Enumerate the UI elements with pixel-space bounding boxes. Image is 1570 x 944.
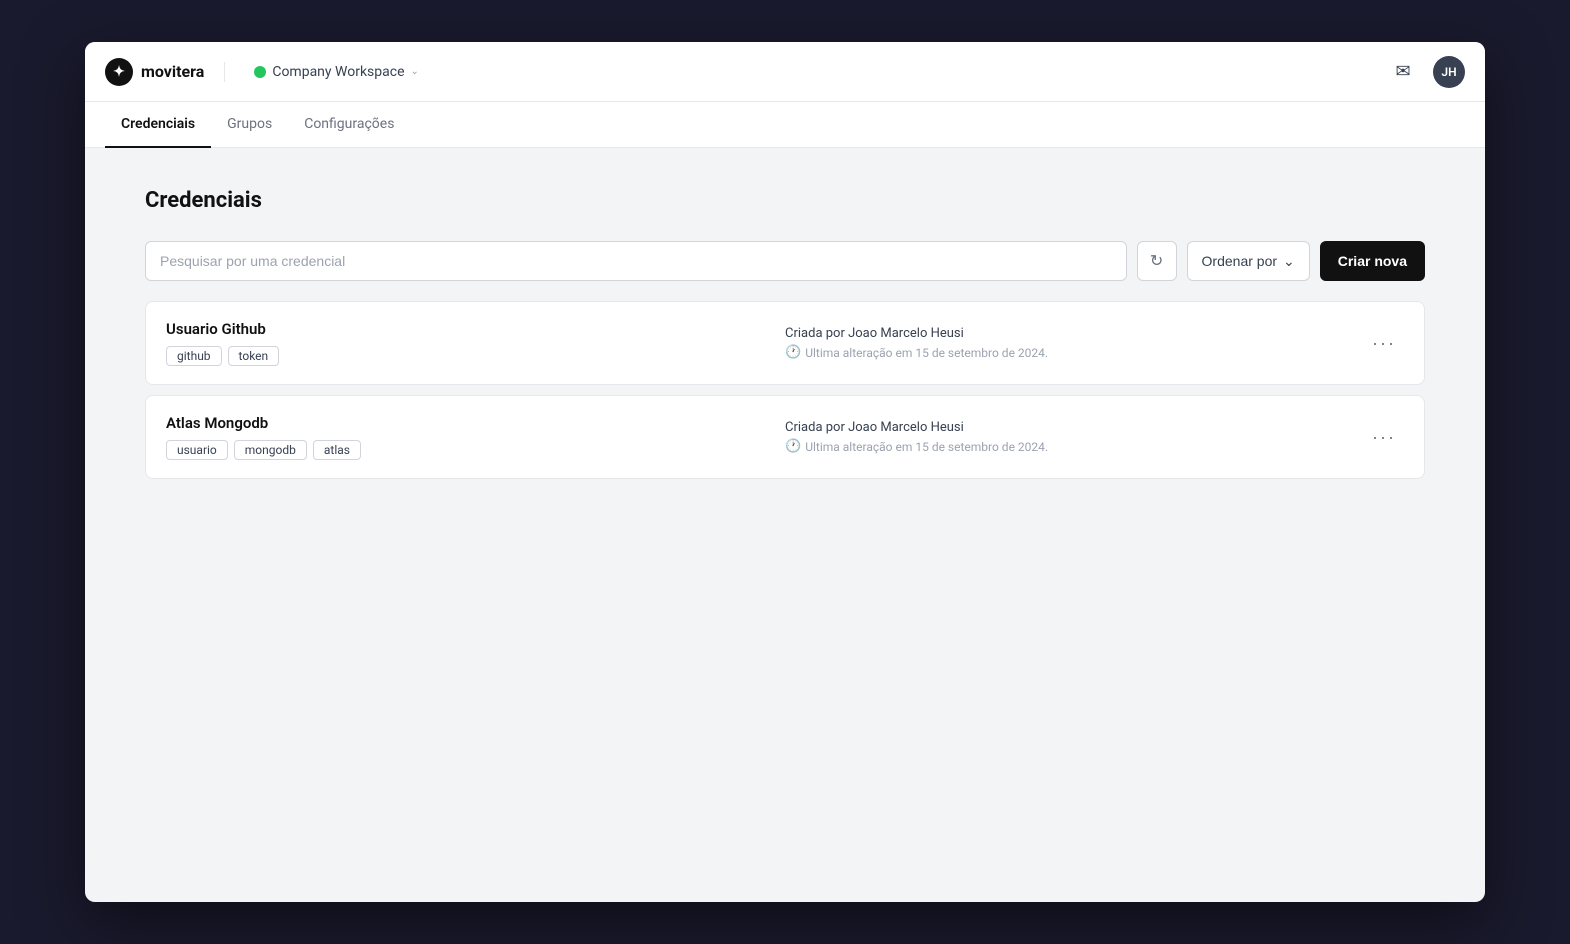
card-meta: Criada por Joao Marcelo Heusi 🕐 Ultima a… xyxy=(745,420,1364,454)
tab-credenciais[interactable]: Credenciais xyxy=(105,102,211,148)
workspace-selector[interactable]: Company Workspace ⌄ xyxy=(245,59,428,85)
mail-icon: ✉ xyxy=(1395,61,1410,82)
tag-list: usuario mongodb atlas xyxy=(166,440,745,460)
page-title: Credenciais xyxy=(145,188,1425,213)
workspace-name: Company Workspace xyxy=(272,64,404,80)
tabs-bar: Credenciais Grupos Configurações xyxy=(85,102,1485,148)
sort-label: Ordenar por xyxy=(1202,253,1277,269)
create-button[interactable]: Criar nova xyxy=(1320,241,1425,281)
tag-list: github token xyxy=(166,346,745,366)
tag: token xyxy=(228,346,280,366)
main-content: Credenciais ↻ Ordenar por ⌄ Criar nova U… xyxy=(85,148,1485,529)
header-left: ✦ movitera Company Workspace ⌄ xyxy=(105,58,428,86)
avatar[interactable]: JH xyxy=(1433,56,1465,88)
last-modified: 🕐 Ultima alteração em 15 de setembro de … xyxy=(785,345,1364,360)
tag: github xyxy=(166,346,222,366)
credential-card: Atlas Mongodb usuario mongodb atlas Criada… xyxy=(145,395,1425,479)
tag: mongodb xyxy=(234,440,307,460)
logo: ✦ movitera xyxy=(105,58,204,86)
more-options-button[interactable]: ··· xyxy=(1364,327,1404,360)
app-window: ✦ movitera Company Workspace ⌄ ✉ JH Cred xyxy=(85,42,1485,902)
last-modified: 🕐 Ultima alteração em 15 de setembro de … xyxy=(785,439,1364,454)
refresh-icon: ↻ xyxy=(1150,251,1163,271)
card-actions: ··· xyxy=(1364,421,1404,454)
mail-button[interactable]: ✉ xyxy=(1385,54,1421,90)
search-input[interactable] xyxy=(145,241,1127,281)
sort-chevron-icon: ⌄ xyxy=(1283,253,1295,270)
tab-grupos[interactable]: Grupos xyxy=(211,102,288,148)
tag: atlas xyxy=(313,440,361,460)
modified-time: Ultima alteração em 15 de setembro de 20… xyxy=(805,440,1048,454)
workspace-chevron-icon: ⌄ xyxy=(411,66,419,77)
creator-text: Criada por Joao Marcelo Heusi xyxy=(785,420,1364,435)
more-options-button[interactable]: ··· xyxy=(1364,421,1404,454)
card-meta: Criada por Joao Marcelo Heusi 🕐 Ultima a… xyxy=(745,326,1364,360)
card-left: Atlas Mongodb usuario mongodb atlas xyxy=(166,414,745,460)
logo-text: movitera xyxy=(141,62,204,81)
credential-card: Usuario Github github token Criada por Jo… xyxy=(145,301,1425,385)
sort-button[interactable]: Ordenar por ⌄ xyxy=(1187,241,1310,281)
clock-icon: 🕐 xyxy=(785,439,801,454)
card-actions: ··· xyxy=(1364,327,1404,360)
workspace-status-dot xyxy=(254,66,266,78)
refresh-button[interactable]: ↻ xyxy=(1137,241,1177,281)
header-divider xyxy=(224,62,225,82)
tab-configuracoes[interactable]: Configurações xyxy=(288,102,410,148)
header-right: ✉ JH xyxy=(1385,54,1465,90)
credential-name: Usuario Github xyxy=(166,320,745,338)
card-left: Usuario Github github token xyxy=(166,320,745,366)
tag: usuario xyxy=(166,440,228,460)
creator-text: Criada por Joao Marcelo Heusi xyxy=(785,326,1364,341)
logo-icon: ✦ xyxy=(105,58,133,86)
modified-time: Ultima alteração em 15 de setembro de 20… xyxy=(805,346,1048,360)
toolbar: ↻ Ordenar por ⌄ Criar nova xyxy=(145,241,1425,281)
header: ✦ movitera Company Workspace ⌄ ✉ JH xyxy=(85,42,1485,102)
clock-icon: 🕐 xyxy=(785,345,801,360)
credential-name: Atlas Mongodb xyxy=(166,414,745,432)
avatar-initials: JH xyxy=(1441,65,1456,79)
credentials-list: Usuario Github github token Criada por Jo… xyxy=(145,301,1425,479)
